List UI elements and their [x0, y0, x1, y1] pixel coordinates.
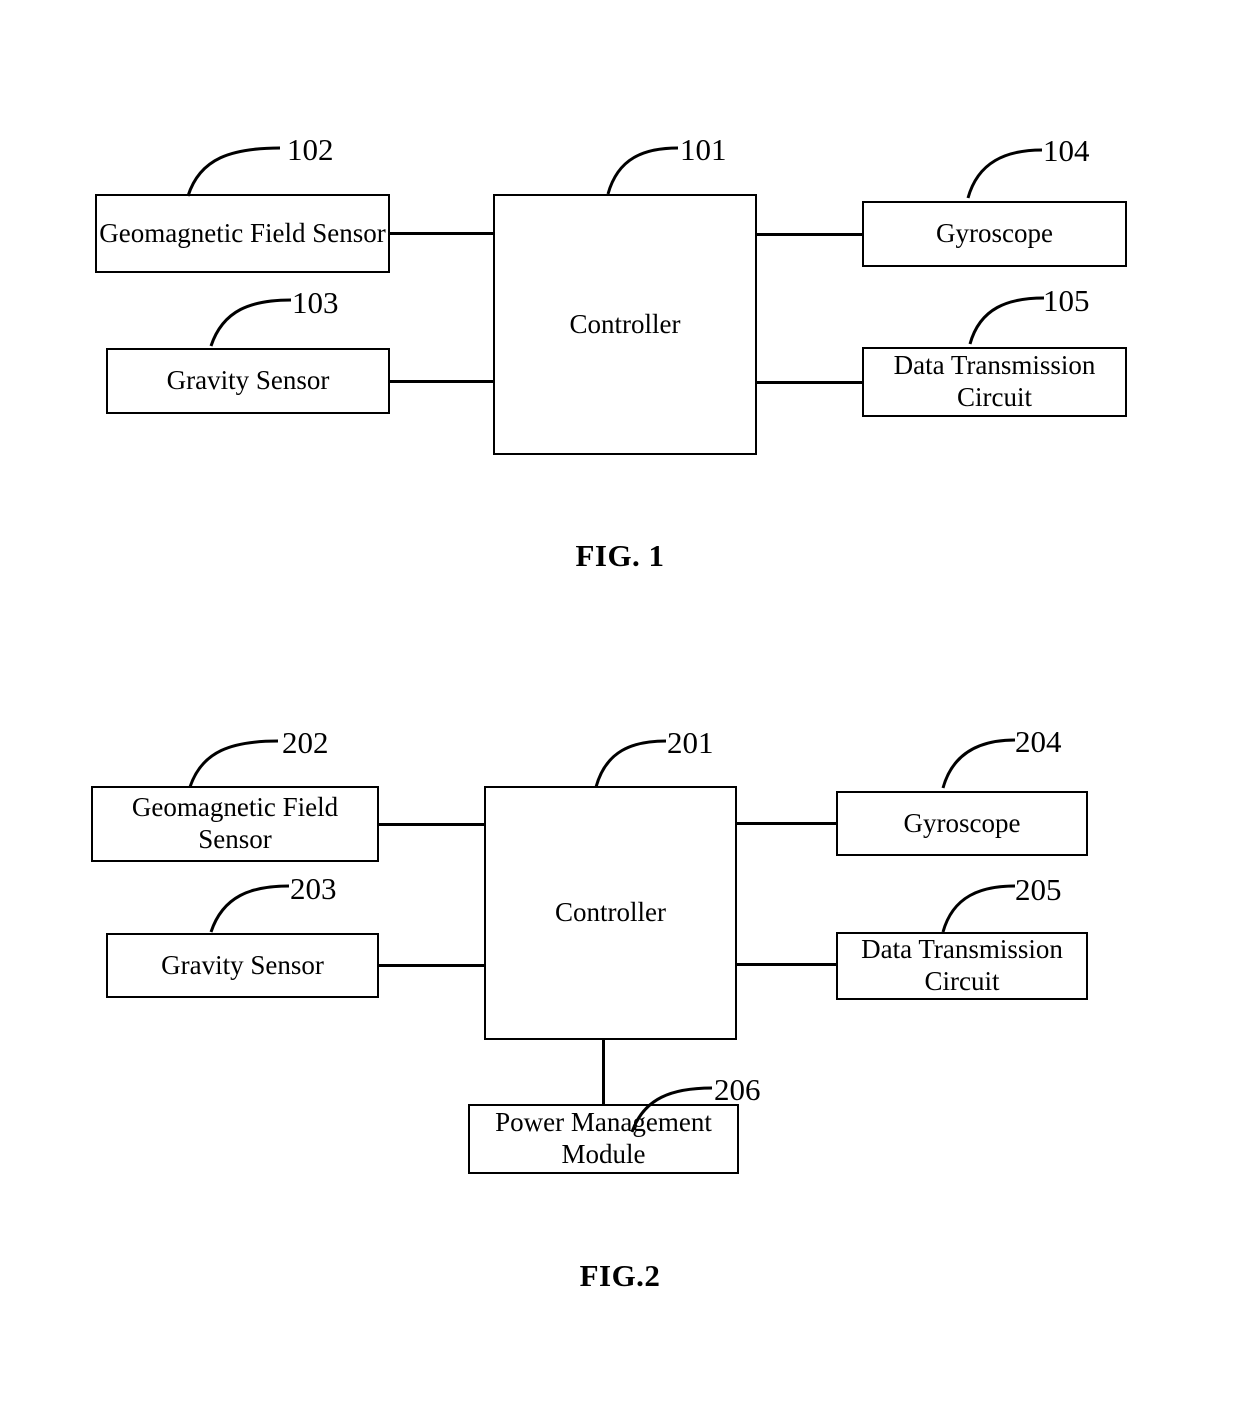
fig2-node-controller: Controller: [484, 786, 737, 1040]
fig2-connector-controller-to-gyroscope: [737, 822, 836, 825]
fig2-node-controller-label: Controller: [555, 897, 666, 928]
fig1-node-gyroscope-label: Gyroscope: [936, 218, 1053, 249]
fig1-leader-105: [968, 296, 1045, 345]
fig1-node-geomagnetic-field-sensor: Geomagnetic Field Sensor: [95, 194, 390, 273]
fig1-connector-controller-to-gyroscope: [757, 233, 862, 236]
fig2-leader-201: [594, 739, 667, 788]
fig1-node-gravity-sensor-label: Gravity Sensor: [166, 365, 330, 396]
fig1-node-geomagnetic-field-sensor-label: Geomagnetic Field Sensor: [99, 217, 386, 248]
fig2-node-data-transmission-circuit-label: Data Transmission Circuit: [861, 934, 1063, 996]
fig1-connector-controller-to-data-transmission: [757, 381, 862, 384]
fig1-node-controller: Controller: [493, 194, 757, 455]
fig1-ref-101: 101: [680, 132, 727, 167]
fig2-ref-203: 203: [290, 871, 337, 906]
fig2-leader-204: [941, 738, 1016, 789]
fig1-node-gyroscope: Gyroscope: [862, 201, 1127, 267]
fig1-caption: FIG. 1: [575, 538, 665, 573]
fig1-node-data-transmission-circuit: Data Transmission Circuit: [862, 347, 1127, 417]
fig2-connector-geomagnetic-to-controller: [379, 823, 484, 826]
fig2-connector-gravity-to-controller: [379, 964, 484, 967]
fig2-ref-204: 204: [1015, 724, 1062, 759]
fig1-ref-103: 103: [292, 285, 339, 320]
fig2-leader-206: [630, 1086, 713, 1133]
fig2-node-gravity-sensor-label: Gravity Sensor: [161, 949, 324, 980]
fig2-ref-205: 205: [1015, 872, 1062, 907]
fig2-node-gyroscope-label: Gyroscope: [903, 807, 1021, 838]
fig1-ref-105: 105: [1043, 283, 1090, 318]
fig2-ref-202: 202: [282, 725, 329, 760]
fig2-node-gyroscope: Gyroscope: [836, 791, 1088, 856]
fig2-leader-203: [209, 884, 290, 933]
fig1-node-data-transmission-circuit-label: Data Transmission Circuit: [893, 350, 1096, 412]
fig2-ref-206: 206: [714, 1072, 761, 1107]
fig2-node-geomagnetic-field-sensor-label: Geomagnetic Field Sensor: [131, 792, 339, 854]
fig1-connector-geomagnetic-to-controller: [390, 232, 493, 235]
fig1-leader-104: [966, 148, 1043, 199]
fig2-leader-205: [941, 884, 1016, 933]
fig2-node-gravity-sensor: Gravity Sensor: [106, 933, 379, 998]
fig2-node-data-transmission-circuit: Data Transmission Circuit: [836, 932, 1088, 1000]
fig1-leader-103: [209, 298, 292, 347]
fig2-leader-202: [188, 739, 279, 788]
fig1-ref-104: 104: [1043, 133, 1090, 168]
fig1-connector-gravity-to-controller: [390, 380, 493, 383]
fig1-node-gravity-sensor: Gravity Sensor: [106, 348, 390, 414]
fig2-ref-201: 201: [667, 725, 714, 760]
fig1-leader-102: [186, 146, 281, 197]
fig1-leader-101: [606, 146, 679, 195]
fig2-caption: FIG.2: [579, 1258, 661, 1293]
fig2-node-geomagnetic-field-sensor: Geomagnetic Field Sensor: [91, 786, 379, 862]
fig1-node-controller-label: Controller: [569, 308, 681, 339]
fig2-connector-controller-to-data-transmission: [737, 963, 836, 966]
fig2-connector-controller-to-power-management: [602, 1040, 605, 1104]
fig1-ref-102: 102: [287, 132, 334, 167]
